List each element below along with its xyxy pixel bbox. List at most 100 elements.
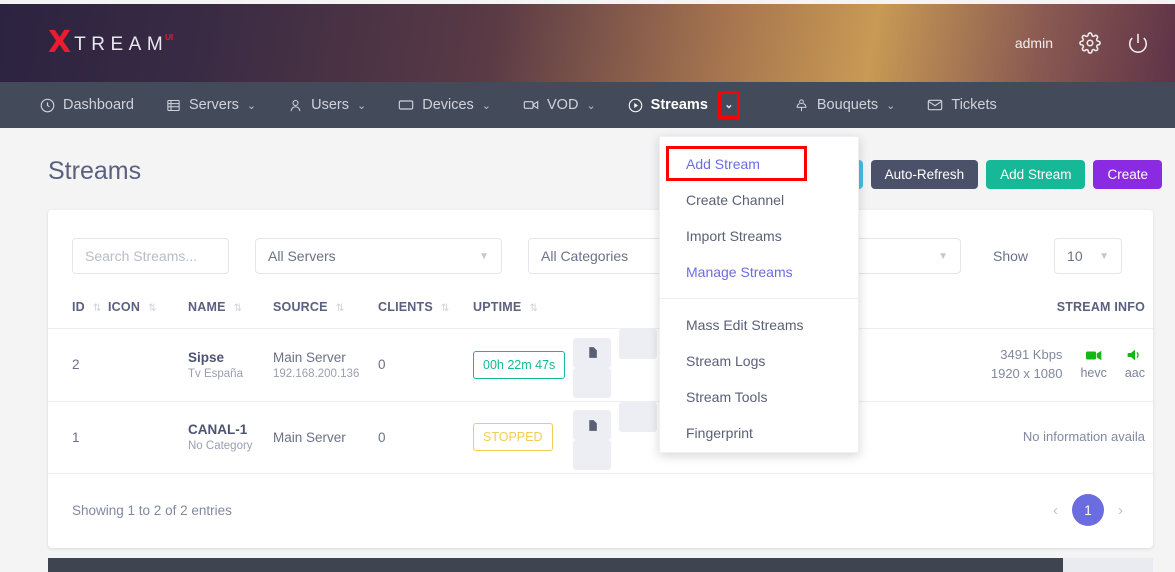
nav-item-bouquets[interactable]: Bouquets ⌄ [794, 82, 895, 128]
nav-item-streams[interactable]: Streams ⌄ [628, 82, 740, 128]
menu-item-mass-edit-streams[interactable]: Mass Edit Streams [660, 307, 858, 343]
admin-username[interactable]: admin [1015, 35, 1053, 51]
nav-item-vod[interactable]: VOD ⌄ [523, 82, 596, 128]
page-title: Streams [48, 157, 142, 185]
cell-clients: 0 [378, 429, 386, 445]
cell-icon [108, 401, 188, 474]
menu-item-manage-streams[interactable]: Manage Streams [660, 254, 858, 290]
nav-label: VOD [547, 97, 579, 113]
menu-divider [660, 298, 858, 299]
stream-bitrate-block: 3491 Kbps 1920 x 1080 [991, 346, 1063, 384]
nav-label: Users [311, 97, 349, 113]
play-circle-icon [628, 98, 643, 113]
bouquet-icon [794, 98, 809, 113]
chevron-down-icon[interactable]: ⌄ [586, 99, 595, 112]
menu-item-create-channel[interactable]: Create Channel [660, 182, 858, 218]
horizontal-scrollbar[interactable] [48, 558, 1153, 572]
nav-label: Streams [650, 97, 708, 113]
menu-item-stream-logs[interactable]: Stream Logs [660, 343, 858, 379]
nav-item-dashboard[interactable]: Dashboard [40, 82, 134, 128]
bitrate: 3491 Kbps [1000, 346, 1063, 362]
audio-codec-block: aac [1125, 349, 1145, 380]
application-window: X TREAM UI admin Dashboard Servers ⌄ Use… [0, 0, 1175, 572]
sort-icon: ⇅ [92, 303, 102, 314]
pagination-page-1[interactable]: 1 [1072, 494, 1104, 526]
entries-summary: Showing 1 to 2 of 2 entries [72, 502, 232, 518]
chevron-down-icon[interactable]: ⌄ [357, 99, 366, 112]
pagination-prev[interactable]: ‹ [1053, 502, 1058, 519]
col-label: SOURCE [273, 300, 328, 314]
gear-icon[interactable] [1079, 32, 1101, 54]
page-size-select[interactable]: 10 ▼ [1054, 238, 1123, 274]
stream-category: No Category [188, 440, 253, 453]
action-icon[interactable] [573, 440, 611, 470]
cell-source: Main Server [273, 401, 378, 474]
table-row[interactable]: 2 Sipse Tv España Main Server 192.168.20… [48, 329, 1153, 402]
cell-uptime: STOPPED [473, 401, 573, 474]
streams-dropdown-toggle[interactable]: ⌄ [717, 91, 740, 119]
xtream-logo[interactable]: X TREAM UI [48, 28, 173, 58]
sort-icon: ⇅ [233, 303, 243, 314]
add-stream-button[interactable]: Add Stream [986, 160, 1086, 189]
top-brand-bar: X TREAM UI admin [0, 4, 1175, 82]
col-label: STREAM INFO [1056, 300, 1145, 314]
filter-row: Search Streams... All Servers ▼ All Cate… [48, 210, 1153, 274]
auto-refresh-button[interactable]: Auto-Refresh [870, 160, 979, 189]
col-name[interactable]: NAME ⇅ [188, 290, 273, 329]
topbar-right-group: admin [1015, 32, 1149, 54]
table-footer: Showing 1 to 2 of 2 entries ‹ 1 › [48, 474, 1153, 526]
file-icon[interactable] [573, 337, 611, 368]
video-codec-block: hevc [1080, 350, 1107, 380]
sort-icon: ⇅ [529, 303, 539, 314]
cell-uptime: 00h 22m 47s [473, 329, 573, 402]
streams-dropdown-menu: Add Stream Create Channel Import Streams… [659, 136, 859, 453]
action-icon[interactable] [618, 329, 657, 359]
nav-label: Tickets [951, 97, 997, 113]
sort-icon: ⇅ [335, 303, 345, 314]
menu-item-add-stream[interactable]: Add Stream [660, 146, 858, 182]
status-badge: 00h 22m 47s [473, 350, 566, 379]
action-icon[interactable] [573, 367, 611, 398]
col-uptime[interactable]: UPTIME ⇅ [473, 290, 573, 329]
scrollbar-thumb[interactable] [48, 558, 1063, 572]
nav-label: Devices [422, 97, 474, 113]
server-filter-select[interactable]: All Servers ▼ [255, 238, 502, 274]
nav-item-tickets[interactable]: Tickets [927, 82, 997, 128]
nav-label: Dashboard [63, 97, 134, 113]
video-codec: hevc [1080, 365, 1107, 380]
page-size-value: 10 [1067, 248, 1083, 264]
table-row[interactable]: 1 CANAL-1 No Category Main Server 0 STOP… [48, 401, 1153, 474]
chevron-down-icon[interactable]: ⌄ [247, 99, 256, 112]
cell-stream-info: No information availa [1022, 428, 1145, 444]
pagination-next[interactable]: › [1118, 502, 1123, 519]
power-icon[interactable] [1127, 32, 1149, 54]
mail-icon [927, 97, 943, 113]
status-badge: STOPPED [473, 423, 553, 452]
chevron-down-icon: ▼ [479, 250, 489, 262]
cell-name: CANAL-1 No Category [188, 401, 273, 474]
col-clients[interactable]: CLIENTS ⇅ [378, 290, 473, 329]
create-button[interactable]: Create [1093, 160, 1162, 189]
nav-item-servers[interactable]: Servers ⌄ [166, 82, 256, 128]
col-icon[interactable]: ICON ⇅ [108, 290, 188, 329]
col-source[interactable]: SOURCE ⇅ [273, 290, 378, 329]
chevron-down-icon: ⌄ [724, 99, 734, 111]
cell-clients: 0 [378, 357, 386, 373]
speaker-icon [1125, 349, 1145, 364]
menu-item-stream-tools[interactable]: Stream Tools [660, 379, 858, 415]
nav-item-devices[interactable]: Devices ⌄ [398, 82, 491, 128]
chevron-down-icon[interactable]: ⌄ [482, 99, 491, 112]
menu-item-import-streams[interactable]: Import Streams [660, 218, 858, 254]
menu-item-fingerprint[interactable]: Fingerprint [660, 415, 858, 451]
file-icon[interactable] [573, 410, 611, 440]
chevron-down-icon[interactable]: ⌄ [886, 99, 895, 112]
nav-item-users[interactable]: Users ⌄ [288, 82, 366, 128]
col-id[interactable]: ID ⇅ [48, 290, 108, 329]
cell-source: Main Server 192.168.200.136 [273, 329, 378, 402]
device-icon [398, 97, 414, 113]
col-label: ID [72, 300, 85, 314]
servers-icon [166, 98, 181, 113]
search-input[interactable]: Search Streams... [72, 238, 229, 274]
server-filter-value: All Servers [268, 248, 336, 264]
action-icon[interactable] [618, 401, 657, 432]
